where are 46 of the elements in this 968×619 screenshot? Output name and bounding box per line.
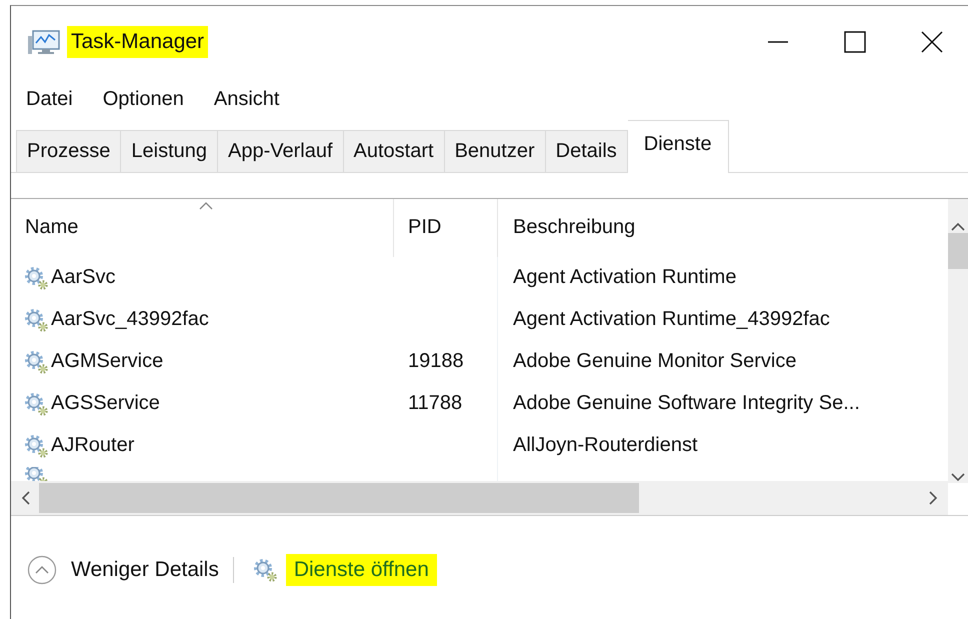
tab[interactable]: Benutzer bbox=[444, 130, 546, 172]
less-details-label: Weniger Details bbox=[71, 558, 219, 582]
menu-item[interactable]: Ansicht bbox=[214, 88, 280, 111]
gear-icon bbox=[23, 264, 49, 291]
tab[interactable]: Leistung bbox=[121, 130, 218, 172]
tab[interactable]: Autostart bbox=[344, 130, 445, 172]
column-header[interactable]: Name bbox=[11, 199, 394, 257]
description-text: Agent Activation Runtime bbox=[513, 266, 736, 290]
service-name: AGMService bbox=[51, 350, 164, 374]
task-manager-app-icon bbox=[27, 28, 61, 56]
tab[interactable]: Prozesse bbox=[16, 130, 122, 172]
menu-item[interactable]: Optionen bbox=[102, 88, 184, 111]
open-services-link[interactable]: Dienste öffnen bbox=[252, 554, 437, 586]
pid-text: 19188 bbox=[408, 350, 464, 374]
description-text: Agent Activation Runtime_43992fac bbox=[513, 308, 830, 332]
less-details-button[interactable]: Weniger Details bbox=[27, 555, 219, 585]
gear-icon bbox=[23, 390, 49, 417]
open-services-label: Dienste öffnen bbox=[286, 554, 437, 586]
gear-icon bbox=[23, 306, 49, 333]
service-name: AarSvc_43992fac bbox=[51, 308, 209, 332]
pid-text: 11788 bbox=[408, 392, 462, 416]
gear-icon bbox=[23, 348, 49, 375]
maximize-icon[interactable] bbox=[843, 30, 867, 54]
horizontal-scrollbar[interactable] bbox=[11, 481, 948, 515]
description-text: Adobe Genuine Software Integrity Se... bbox=[513, 392, 860, 416]
description-text: Adobe Genuine Monitor Service bbox=[513, 350, 796, 374]
tab[interactable]: Dienste bbox=[628, 120, 729, 173]
gear-icon bbox=[252, 557, 278, 583]
collapse-icon bbox=[27, 555, 57, 585]
tab[interactable]: Details bbox=[546, 130, 628, 172]
column-header[interactable]: Beschreibung bbox=[498, 199, 948, 257]
gear-icon bbox=[23, 432, 49, 459]
window-title: Task-Manager bbox=[67, 26, 208, 58]
scroll-down-icon[interactable] bbox=[950, 471, 966, 483]
menu-item[interactable]: Datei bbox=[26, 88, 73, 111]
service-name: AGSService bbox=[51, 392, 160, 416]
description-text: AllJoyn-Routerdienst bbox=[513, 434, 698, 458]
close-icon[interactable] bbox=[920, 30, 944, 54]
service-name: AJRouter bbox=[51, 434, 134, 458]
vertical-scrollbar[interactable] bbox=[948, 199, 968, 483]
service-name: AarSvc bbox=[51, 266, 116, 290]
tab[interactable]: App-Verlauf bbox=[218, 130, 344, 172]
scrollbar-thumb[interactable] bbox=[948, 233, 968, 269]
scroll-up-icon[interactable] bbox=[950, 221, 966, 233]
scrollbar-thumb[interactable] bbox=[39, 483, 639, 514]
column-header[interactable]: PID bbox=[394, 199, 498, 257]
